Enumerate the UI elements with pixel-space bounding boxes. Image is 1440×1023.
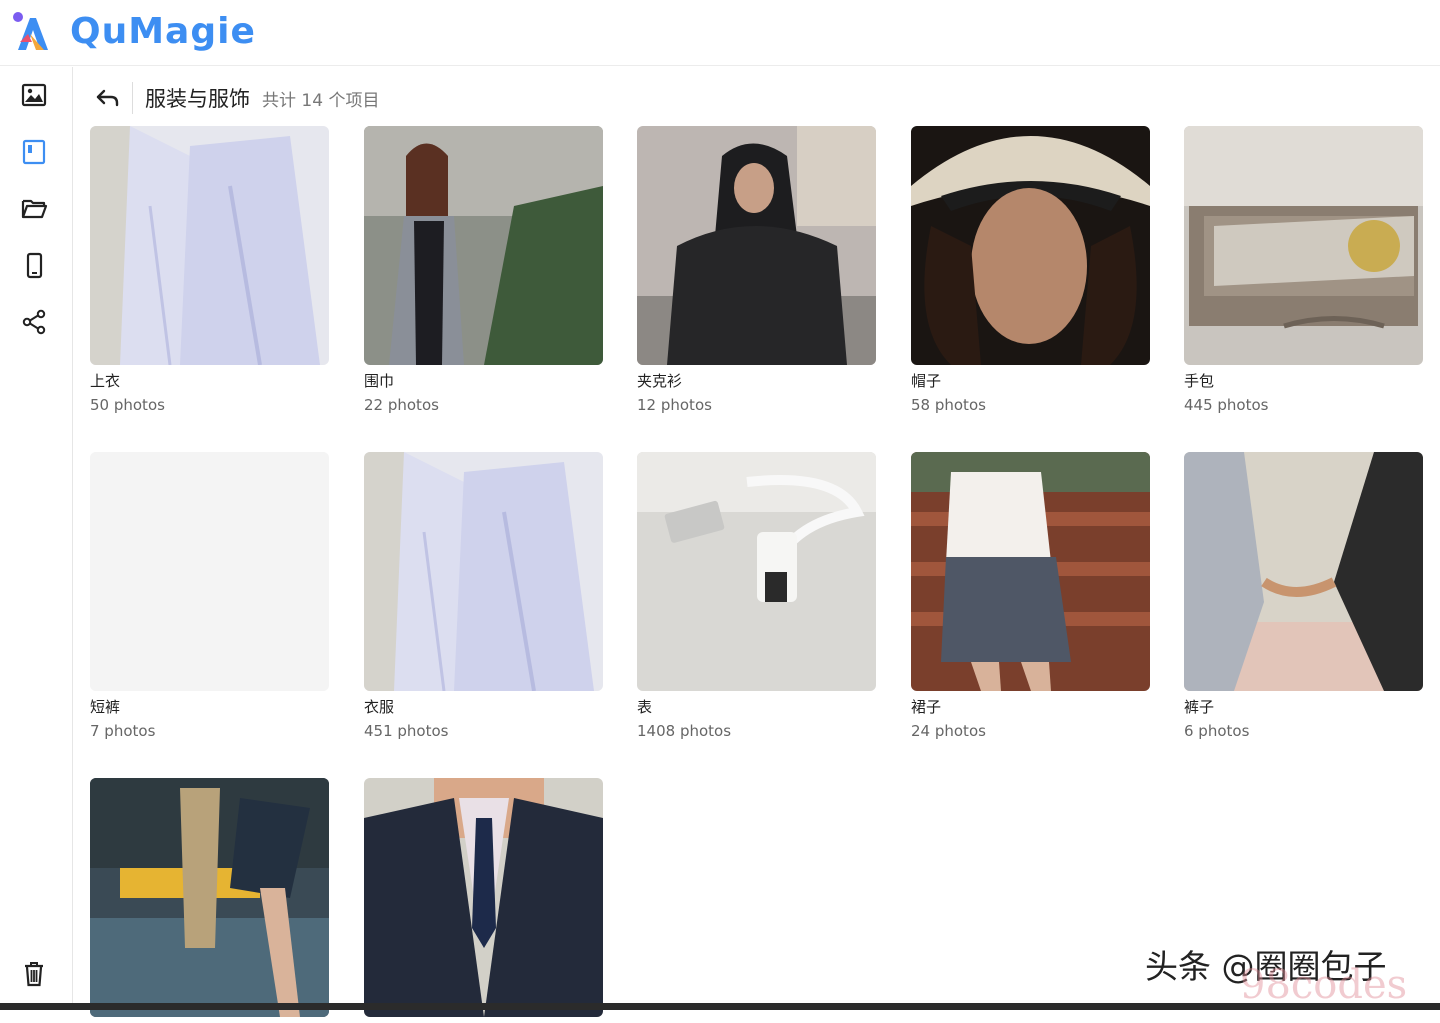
sidebar-item-mobile[interactable] <box>18 249 50 281</box>
album-name: 衣服 <box>364 698 395 716</box>
album-card[interactable]: 裤子 6 photos <box>1184 452 1423 741</box>
album-name: 表 <box>637 698 653 716</box>
sidebar-item-share[interactable] <box>18 306 50 338</box>
album-thumbnail <box>364 126 603 365</box>
album-thumbnail <box>90 126 329 365</box>
album-photo-count: 6 photos <box>1184 722 1250 740</box>
share-icon <box>22 309 46 335</box>
album-thumbnail <box>637 452 876 691</box>
album-thumbnail <box>90 778 329 1017</box>
album-header: 服装与服饰 共计 14 个项目 <box>90 78 379 118</box>
sidebar-item-trash[interactable] <box>18 958 50 990</box>
album-thumbnail <box>1184 452 1423 691</box>
album-thumbnail <box>911 126 1150 365</box>
album-card[interactable] <box>364 778 603 1023</box>
watermark-site: 98codes <box>1240 962 1408 1008</box>
sidebar-item-albums[interactable] <box>18 136 50 168</box>
album-name: 短裤 <box>90 698 121 716</box>
header-divider <box>132 82 133 114</box>
bottom-bar <box>0 1003 1440 1010</box>
album-name: 帽子 <box>911 372 942 390</box>
album-photo-count: 22 photos <box>364 396 439 414</box>
album-name: 夹克衫 <box>637 372 683 390</box>
album-thumbnail <box>911 452 1150 691</box>
item-count: 共计 14 个项目 <box>262 90 380 111</box>
album-photo-count: 50 photos <box>90 396 165 414</box>
album-thumbnail <box>637 126 876 365</box>
album-photo-count: 451 photos <box>364 722 449 740</box>
album-name: 裙子 <box>911 698 942 716</box>
album-photo-count: 12 photos <box>637 396 712 414</box>
album-photo-count: 58 photos <box>911 396 986 414</box>
album-photo-count: 24 photos <box>911 722 986 740</box>
back-button[interactable] <box>90 81 124 115</box>
album-icon <box>22 139 46 165</box>
album-thumbnail <box>364 778 603 1017</box>
sidebar <box>0 67 73 1010</box>
folder-icon <box>21 199 48 219</box>
photos-icon <box>21 83 47 107</box>
album-card[interactable]: 表 1408 photos <box>637 452 876 741</box>
trash-icon <box>25 962 43 987</box>
mobile-icon <box>26 252 43 279</box>
album-name: 裤子 <box>1184 698 1215 716</box>
app-name: QuMagie <box>70 10 256 52</box>
qumagie-logo-icon <box>13 12 48 50</box>
album-card[interactable]: 裙子 24 photos <box>911 452 1150 741</box>
album-name: 手包 <box>1184 372 1215 390</box>
back-arrow-icon <box>96 89 119 107</box>
album-card[interactable]: 夹克衫 12 photos <box>637 126 876 415</box>
album-card[interactable]: 短裤 7 photos <box>90 452 329 741</box>
album-name: 上衣 <box>90 372 121 390</box>
album-thumbnail <box>1184 126 1423 365</box>
album-card[interactable]: 帽子 58 photos <box>911 126 1150 415</box>
album-thumbnail <box>90 452 329 691</box>
album-card[interactable]: 手包 445 photos <box>1184 126 1423 415</box>
album-card[interactable]: 衣服 451 photos <box>364 452 603 741</box>
sidebar-item-photos[interactable] <box>18 79 50 111</box>
album-card[interactable]: 围巾 22 photos <box>364 126 603 415</box>
album-thumbnail <box>364 452 603 691</box>
sidebar-item-folders[interactable] <box>18 192 50 224</box>
top-bar: QuMagie <box>0 0 1440 66</box>
album-photo-count: 445 photos <box>1184 396 1269 414</box>
app-logo[interactable]: QuMagie <box>10 8 256 54</box>
album-name: 围巾 <box>364 372 395 390</box>
album-photo-count: 7 photos <box>90 722 156 740</box>
album-photo-count: 1408 photos <box>637 722 732 740</box>
album-card[interactable] <box>90 778 329 1023</box>
album-card[interactable]: 上衣 50 photos <box>90 126 329 415</box>
page-title: 服装与服饰 <box>145 87 250 111</box>
